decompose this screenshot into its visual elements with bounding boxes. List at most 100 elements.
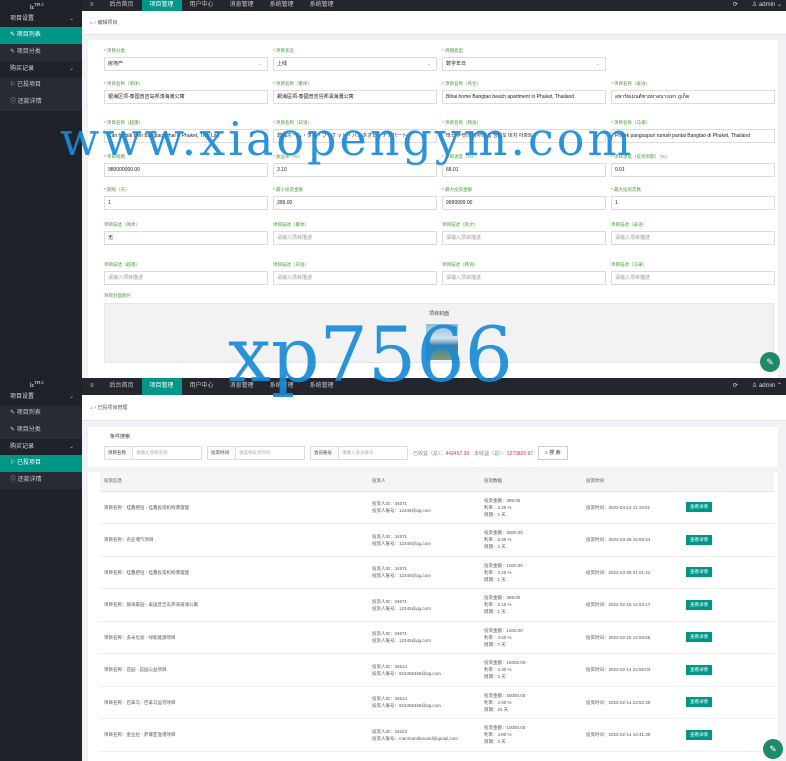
field-value[interactable]: 请输入项目描述 <box>446 275 481 281</box>
field-value[interactable]: 请输入项目描述 <box>615 235 650 241</box>
field-value[interactable]: 0.01 <box>615 167 625 173</box>
field-value[interactable]: 请输入项目描述 <box>446 235 481 241</box>
field-value[interactable]: 房地产 <box>108 61 123 67</box>
invest-data-cell: 投资金额：10000.00 利率：4.80 % 周期：3 天 <box>480 718 582 752</box>
text-input[interactable]: Projek pangsapuri rumah pantai Bangtao d… <box>611 129 775 143</box>
text-input[interactable]: Bihai home Bangtao beach apartment in Ph… <box>442 90 606 104</box>
field-value[interactable]: 上线 <box>277 61 287 67</box>
investor-uid: 投资人ID：34614 <box>372 663 408 669</box>
sidebar-group[interactable]: 项目设置 ⌄ <box>0 389 82 405</box>
user-menu[interactable]: ♙ admin ⌃ <box>752 378 782 395</box>
view-detail-button[interactable]: 查看详情 <box>686 632 712 643</box>
field-value[interactable]: อพาร์ทเมนต์ชายหาดบางเทา ภูเก็ต <box>615 94 689 100</box>
field-value[interactable]: 请输入项目描述 <box>277 275 312 281</box>
user-menu[interactable]: ♙ admin ⌄ <box>752 0 782 11</box>
view-detail-button[interactable]: 查看详情 <box>686 567 712 578</box>
search-project-name[interactable]: 项目名称 请输入项目名称 <box>104 446 202 460</box>
field-label-text: 最小投资金额 <box>276 187 304 192</box>
nav-tab[interactable]: 系统管理 <box>302 0 342 11</box>
text-input[interactable]: 9999999.00 <box>442 196 606 210</box>
sidebar-label: 购买记录 <box>10 444 35 450</box>
text-input[interactable]: 1 <box>611 196 775 210</box>
field-label-text: 期限（天） <box>107 187 130 192</box>
sidebar-group[interactable]: 购买记录 ⌄ <box>0 439 82 455</box>
text-input[interactable]: อพาร์ทเมนต์ชายหาดบางเทา ภูเก็ต <box>611 90 775 104</box>
text-input[interactable]: 请输入项目描述 <box>611 271 775 285</box>
sidebar-item[interactable]: ✎ 项目分类 <box>0 44 82 61</box>
time-cell: 投资时间：2022-03-28 15:59:54 <box>582 523 682 557</box>
nav-tab[interactable]: 后台首页 <box>102 378 142 395</box>
field-value[interactable]: 銀海區項-泰國普吉島邦濤海灘公寓 <box>277 94 354 100</box>
nav-tab[interactable]: 用户中心 <box>182 0 222 11</box>
text-input[interactable]: 请输入项目描述 <box>442 271 606 285</box>
field-value[interactable]: 1 <box>615 200 618 206</box>
search-button[interactable]: ⌕ 搜 索 <box>538 446 568 460</box>
sidebar-item[interactable]: ⚐ 已投项目 <box>0 77 82 94</box>
sidebar-item[interactable]: ✎ 项目列表 <box>0 405 82 422</box>
nav-tab[interactable]: 项目管理 <box>141 378 182 395</box>
view-detail-button[interactable]: 查看详情 <box>686 664 712 675</box>
action-cell: 查看详情 <box>682 653 774 687</box>
home-icon[interactable]: ⌂ › <box>90 20 96 26</box>
sidebar-item[interactable]: ⚐ 已投项目 <box>0 455 82 472</box>
field-value[interactable]: 请输入项目描述 <box>277 235 312 241</box>
sidebar-group[interactable]: 购买记录 ⌄ <box>0 61 82 77</box>
field-value[interactable]: 请输入项目描述 <box>615 275 650 281</box>
time-cell: 投资时间：2022-04-12 11:19:01 <box>582 491 682 524</box>
refresh-icon[interactable]: ⟳ <box>733 378 738 395</box>
select-field[interactable]: 上线 ⌄ <box>273 57 437 71</box>
menu-toggle-icon[interactable]: ≡ <box>82 0 102 11</box>
field-value[interactable]: 980000000.00 <box>108 167 140 173</box>
investor-account: 投资人账号：12345@qq.com <box>372 638 431 644</box>
field-value[interactable]: Projek pangsapuri rumah pantai Bangtao d… <box>615 133 750 139</box>
select-field[interactable]: 数字年日 ⌄ <box>442 57 606 71</box>
field-value[interactable]: 9999999.00 <box>446 200 472 206</box>
text-input[interactable]: 1 <box>104 196 268 210</box>
chat-float-button[interactable]: ✎ <box>760 352 780 372</box>
select-field[interactable]: 房地产 ⌄ <box>104 57 268 71</box>
view-detail-button[interactable]: 查看详情 <box>686 729 712 740</box>
text-input[interactable]: 请输入项目描述 <box>273 231 437 245</box>
chat-float-button[interactable]: ✎ <box>763 739 783 759</box>
sidebar-item[interactable]: ✎ 项目分类 <box>0 422 82 439</box>
field-value[interactable]: 3.10 <box>277 167 287 173</box>
text-input[interactable]: 请输入项目描述 <box>104 271 268 285</box>
text-input[interactable]: 请输入项目描述 <box>442 231 606 245</box>
field-value[interactable]: Bihai home Bangtao beach apartment in Ph… <box>446 94 574 100</box>
search-invest-time[interactable]: 投资时间 请选择投资时间 <box>207 446 305 460</box>
view-detail-button[interactable]: 查看详情 <box>686 599 712 610</box>
view-detail-button[interactable]: 查看详情 <box>686 534 712 545</box>
field-value[interactable]: 数字年日 <box>446 61 466 67</box>
home-icon[interactable]: ⌂ › <box>90 405 96 411</box>
nav-tab[interactable]: 系统管理 <box>262 0 302 11</box>
search-member-account[interactable]: 会员账号 请输入会员账号 <box>310 446 408 460</box>
sidebar-group[interactable]: 项目设置 ⌄ <box>0 11 82 27</box>
field-value[interactable]: 无 <box>108 235 113 241</box>
refresh-icon[interactable]: ⟳ <box>733 0 738 11</box>
text-input[interactable]: 请输入项目描述 <box>611 231 775 245</box>
text-input[interactable]: 无 <box>104 231 268 245</box>
field-value[interactable]: 399.00 <box>277 200 292 206</box>
action-cell: 查看详情 <box>682 588 774 622</box>
text-input[interactable]: 399.00 <box>273 196 437 210</box>
text-input[interactable]: 銀海區項-泰國普吉島邦濤海灘公寓 <box>273 90 437 104</box>
nav-tab[interactable]: 消息管理 <box>222 0 262 11</box>
form-field: 项目描述（英文） 请输入项目描述 <box>442 222 606 245</box>
field-value[interactable]: 1 <box>108 200 111 206</box>
view-detail-button[interactable]: 查看详情 <box>686 697 712 708</box>
text-input[interactable]: 银海区项-泰国普吉岛邦涛海滩公寓 <box>104 90 268 104</box>
nav-tab[interactable]: 后台首页 <box>102 0 142 11</box>
field-value[interactable]: 68.01 <box>446 167 459 173</box>
view-detail-button[interactable]: 查看详情 <box>686 502 712 513</box>
field-value[interactable]: 请输入项目描述 <box>108 275 143 281</box>
nav-tab[interactable]: 项目管理 <box>141 0 182 11</box>
sidebar-item[interactable]: ⓘ 还款详情 <box>0 94 82 111</box>
field-value[interactable]: 银海区项-泰国普吉岛邦涛海滩公寓 <box>108 94 185 100</box>
text-input[interactable]: 0.01 <box>611 163 775 177</box>
invest-rate: 利率：3.20 % <box>484 569 512 575</box>
nav-tab[interactable]: 用户中心 <box>182 378 222 395</box>
menu-toggle-icon[interactable]: ≡ <box>82 378 102 395</box>
sidebar-item[interactable]: ⓘ 还款详情 <box>0 472 82 489</box>
sidebar-item[interactable]: ✎ 项目列表 <box>0 27 82 44</box>
text-input[interactable]: 请输入项目描述 <box>273 271 437 285</box>
